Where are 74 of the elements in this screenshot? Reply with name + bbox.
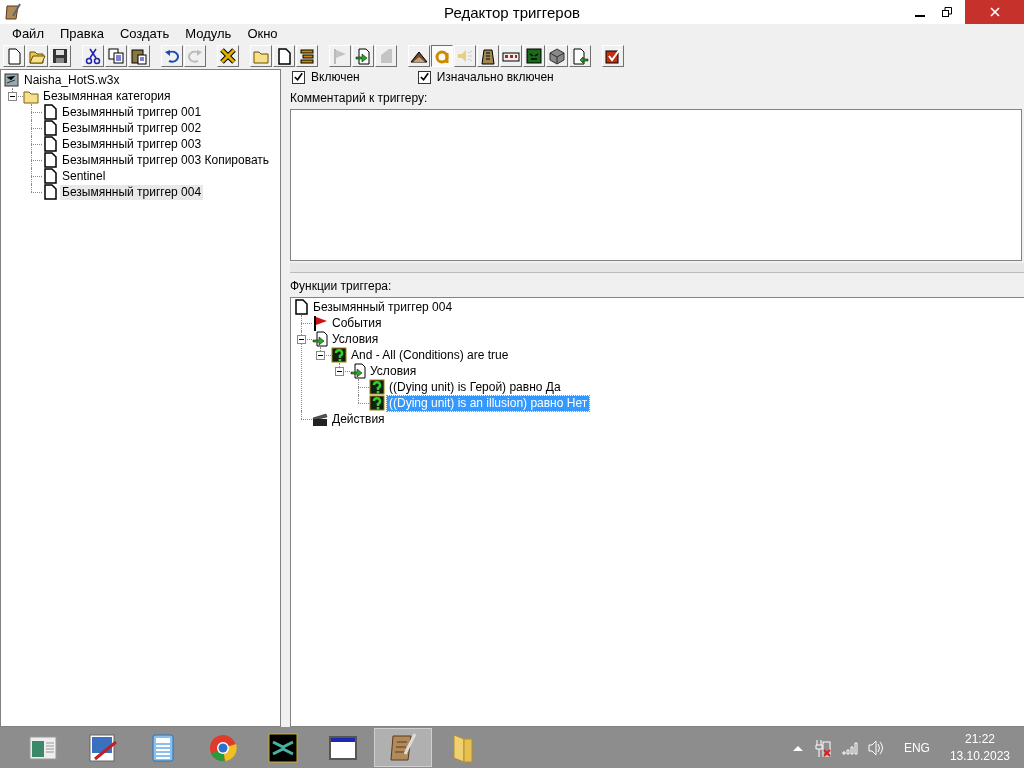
menu-item[interactable]: Файл	[4, 25, 52, 41]
scissors-icon	[84, 46, 102, 65]
tree-item[interactable]: Безымянный триггер 003 Копировать	[60, 152, 272, 168]
menu-item[interactable]: Модуль	[177, 25, 240, 41]
cross-mark-icon	[219, 46, 237, 65]
tree-item[interactable]: Безымянный триггер 004	[60, 184, 204, 200]
expander-box[interactable]	[335, 367, 344, 376]
chevron-up-icon[interactable]	[791, 743, 804, 752]
tree-item[interactable]: Naisha_HotS.w3x	[22, 72, 122, 88]
expander-box[interactable]	[8, 92, 17, 101]
window-title: Редактор триггеров	[443, 3, 581, 21]
minimize-icon	[914, 15, 925, 17]
page-icon	[42, 120, 58, 136]
page-arrow-icon	[312, 331, 328, 347]
signal-bars-icon[interactable]	[841, 740, 858, 755]
checkbox[interactable]	[292, 70, 305, 84]
page-icon	[42, 104, 58, 120]
checkbox[interactable]	[417, 70, 431, 84]
comment-label: Комментарий к триггеру:	[290, 90, 428, 107]
tree-item[interactable]: Безымянный триггер 002	[60, 120, 204, 136]
copy-icon	[107, 46, 125, 65]
tree-item[interactable]: Безымянный триггер 003	[60, 136, 204, 152]
tree-item[interactable]: Безымянный триггер 004	[311, 299, 455, 315]
new-page-icon	[5, 46, 23, 65]
close-button[interactable]	[965, 0, 1024, 24]
page-icon	[42, 168, 58, 184]
page-icon	[42, 136, 58, 152]
tree-item[interactable]: Sentinel	[60, 168, 108, 184]
expander-box[interactable]	[316, 351, 325, 360]
monster-face-icon	[525, 46, 543, 65]
checkbox-label: Изначально включен	[436, 70, 554, 84]
tree-item[interactable]: Условия	[330, 331, 381, 347]
checkbox-label: Включен	[311, 70, 360, 84]
tree-item[interactable]: ((Dying unit) is Герой) равно Да	[387, 379, 563, 395]
clapperboard-icon	[312, 411, 328, 427]
menu-item[interactable]: Создать	[111, 25, 178, 41]
page-arrow-icon	[354, 46, 372, 65]
page-icon	[42, 152, 58, 168]
tree-item[interactable]: Действия	[330, 411, 387, 427]
scroll-icon	[4, 3, 22, 21]
functions-label: Функции триггера:	[290, 278, 392, 295]
menu-item[interactable]: Окно	[239, 25, 286, 41]
scroll-icon	[387, 731, 419, 764]
clock-date: 13.10.2023	[949, 747, 1010, 765]
map-icon	[4, 72, 20, 88]
lines-icon	[298, 46, 316, 65]
cube-icon	[548, 46, 566, 65]
menu-item[interactable]: Правка	[51, 25, 112, 41]
emblem-icon	[267, 731, 299, 764]
question-icon	[331, 347, 347, 363]
comment-field[interactable]	[290, 109, 1022, 261]
paint-icon	[87, 731, 119, 764]
armor-icon	[479, 46, 497, 65]
checkbox-icon	[604, 46, 622, 65]
speaker-icon[interactable]	[867, 739, 884, 756]
page-icon	[42, 184, 58, 200]
question-icon	[369, 379, 385, 395]
power-plug-icon[interactable]	[813, 737, 832, 758]
restore-icon	[941, 7, 952, 17]
clipboard-icon	[130, 46, 148, 65]
expander-box[interactable]	[297, 335, 306, 344]
page-icon	[275, 46, 293, 65]
close-icon	[989, 7, 1000, 17]
tree-item[interactable]: Безымянная категория	[41, 88, 173, 104]
page-arrow-icon	[350, 363, 366, 379]
tree-item[interactable]: And - All (Conditions) are true	[349, 347, 511, 363]
tree-item[interactable]: События	[330, 315, 384, 331]
tree-item[interactable]: Безымянный триггер 001	[60, 104, 204, 120]
tree-item[interactable]: Условия	[368, 363, 419, 379]
clock-time: 21:22	[964, 730, 995, 748]
page-import-icon	[571, 46, 589, 65]
question-icon	[369, 395, 385, 411]
folder-icon	[23, 88, 39, 104]
flag-icon	[312, 315, 328, 331]
